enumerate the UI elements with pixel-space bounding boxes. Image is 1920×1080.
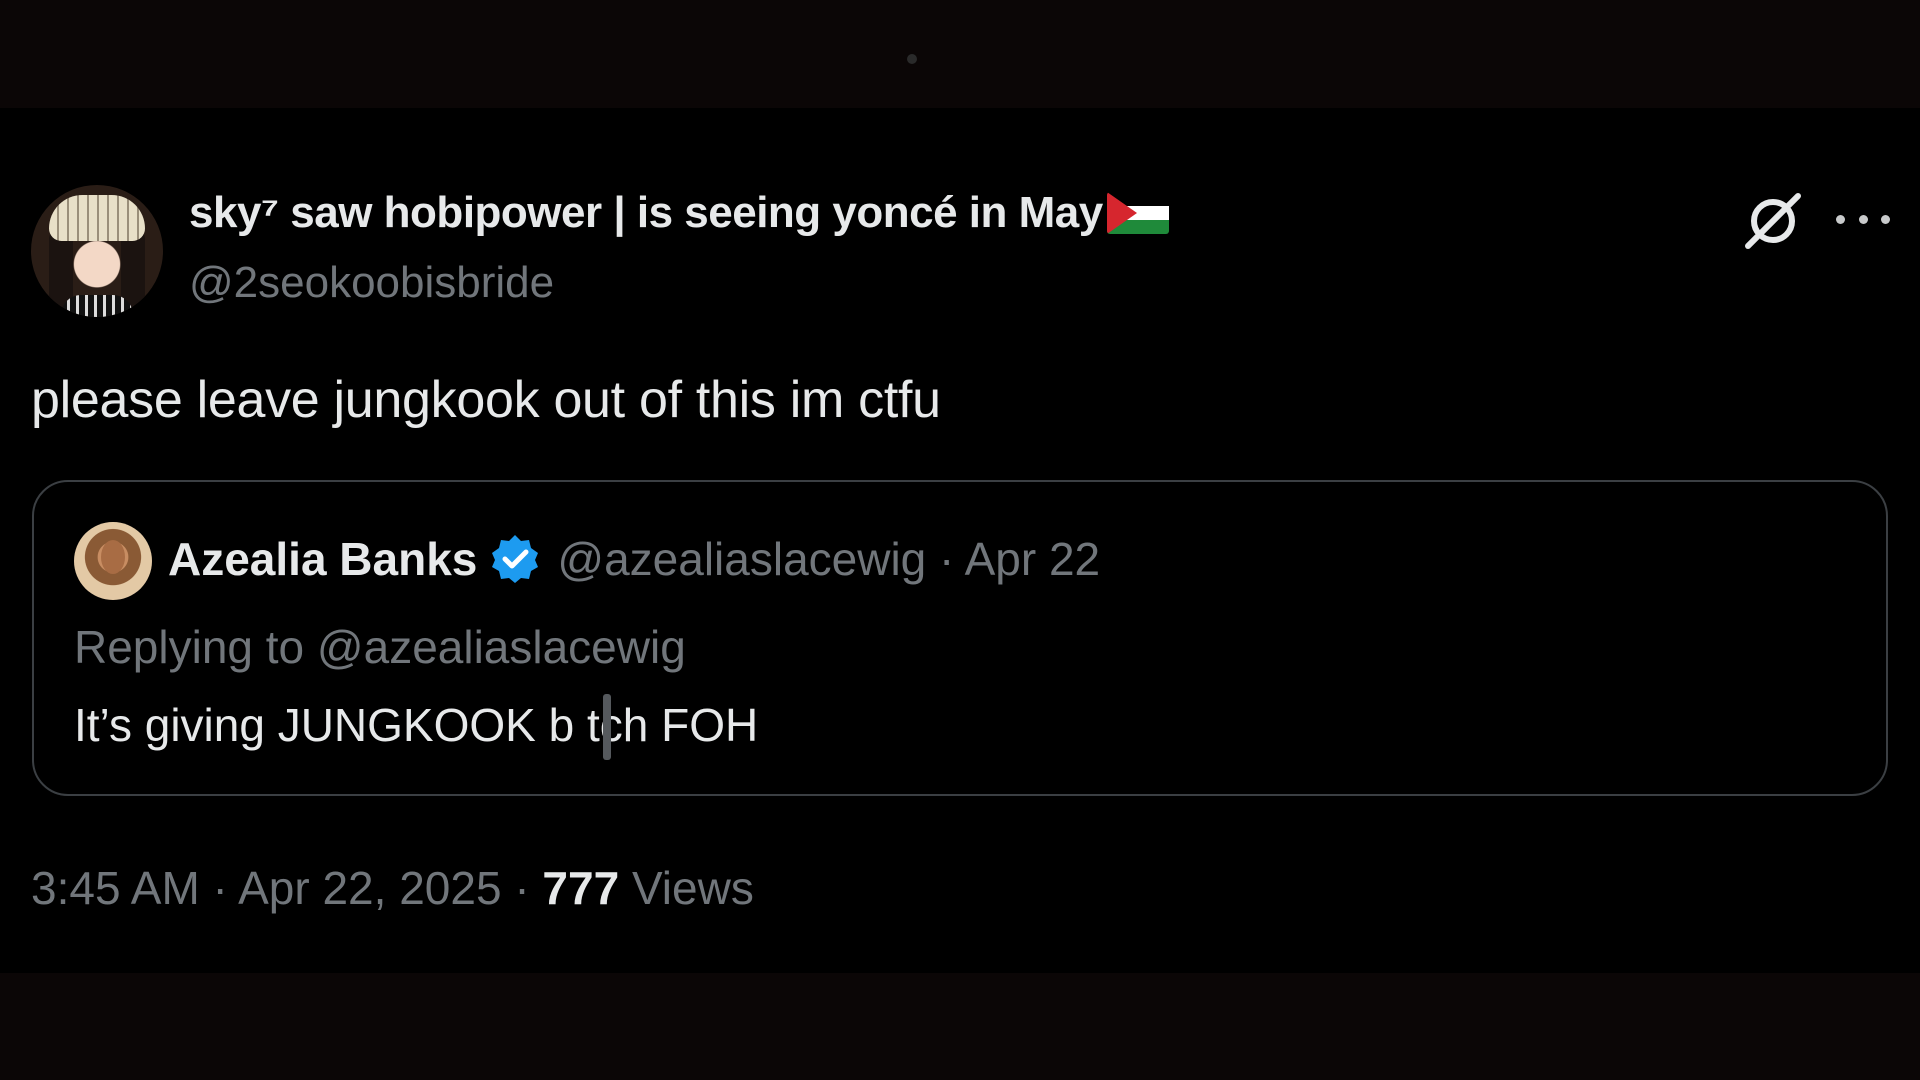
quoted-tweet-card[interactable]: Azealia Banks @azealiaslacewig · Apr 22 … <box>32 480 1888 796</box>
views-label: Views <box>619 862 754 914</box>
tweet-meta-line: 3:45 AM · Apr 22, 2025 · 777 Views <box>31 861 754 915</box>
author-avatar[interactable] <box>31 185 163 317</box>
palestine-flag-icon <box>1106 192 1169 234</box>
camera-dot <box>907 54 917 64</box>
more-options-icon[interactable] <box>1836 204 1890 234</box>
avatar-hat <box>49 195 145 241</box>
screenshot-frame: sky⁷ saw hobipower | is seeing yoncé in … <box>0 0 1920 1080</box>
views-count[interactable]: 777 <box>542 862 619 914</box>
verified-badge-icon <box>492 535 539 583</box>
grok-icon[interactable] <box>1742 190 1804 252</box>
avatar-sweater <box>61 295 133 317</box>
avatar-hair-right <box>121 229 145 309</box>
author-name-line[interactable]: sky⁷ saw hobipower | is seeing yoncé in … <box>189 188 1169 238</box>
tweet-text: please leave jungkook out of this im ctf… <box>31 371 941 429</box>
tweet-card: sky⁷ saw hobipower | is seeing yoncé in … <box>0 108 1920 973</box>
author-handle[interactable]: @2seokoobisbride <box>189 258 554 308</box>
avatar-hair-left <box>49 229 73 309</box>
quoted-tweet-header: Azealia Banks @azealiaslacewig · Apr 22 <box>168 532 1100 586</box>
text-cursor-bar <box>603 694 611 760</box>
author-display-name[interactable]: sky⁷ saw hobipower | is seeing yoncé in … <box>189 188 1103 238</box>
tweet-timestamp[interactable]: 3:45 AM · Apr 22, 2025 · <box>31 862 542 914</box>
quoted-avatar-face <box>101 540 125 574</box>
quoted-tweet-text: It’s giving JUNGKOOK b tch FOH <box>74 699 759 751</box>
quoted-handle-and-date[interactable]: @azealiaslacewig · Apr 22 <box>557 532 1100 586</box>
replying-to-label[interactable]: Replying to @azealiaslacewig <box>74 620 686 674</box>
quoted-author-name[interactable]: Azealia Banks <box>168 532 477 586</box>
quoted-author-avatar[interactable] <box>74 522 152 600</box>
